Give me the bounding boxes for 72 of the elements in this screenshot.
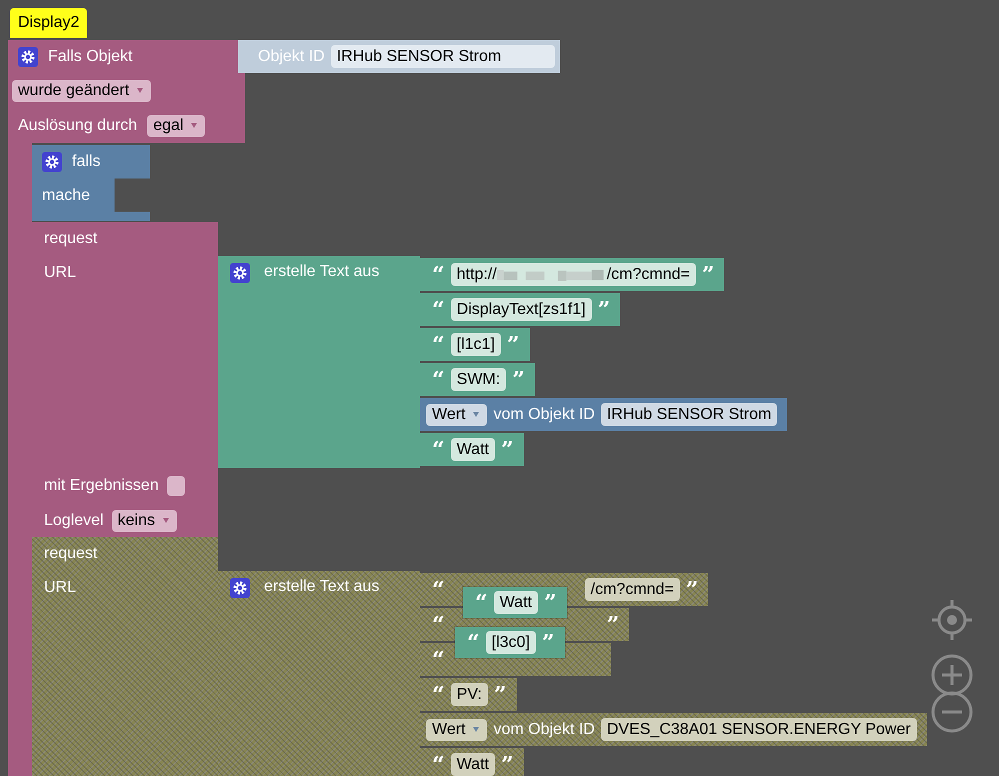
comment-label[interactable]: Display2 [10, 8, 88, 38]
quote-mark: “ [432, 264, 445, 286]
quote-mark: ” [544, 592, 557, 614]
caret-icon [137, 88, 144, 93]
quote-mark: “ [432, 614, 445, 636]
text-block[interactable]: “ Watt ” [463, 587, 567, 618]
quote-mark: ” [686, 578, 698, 600]
block-label: Objekt ID [258, 48, 325, 66]
block-label: URL [44, 264, 76, 281]
text-field[interactable]: [l1c1] [450, 333, 501, 356]
caret-icon [473, 727, 480, 732]
block-label: mache [42, 187, 90, 205]
field-text: PV: [456, 686, 482, 704]
quote-mark: “ [467, 632, 480, 654]
object-id-field[interactable]: IRHub SENSOR Strom [600, 403, 778, 426]
gear-icon[interactable] [230, 578, 250, 598]
block-label: request [44, 545, 98, 563]
object-id-field[interactable]: IRHub SENSOR Strom [330, 45, 555, 68]
text-field[interactable]: Watt [494, 591, 538, 614]
block-label: vom Objekt ID [493, 406, 595, 424]
text-field[interactable]: Watt [450, 438, 495, 461]
value-dropdown[interactable]: Wert [426, 404, 488, 426]
field-text: /cm?cmnd= [606, 266, 690, 284]
quote-mark: ” [506, 334, 520, 356]
quote-mark: “ [432, 298, 445, 320]
field-text: [l1c1] [456, 336, 495, 354]
quote-mark: “ [432, 334, 445, 356]
gear-icon[interactable] [230, 263, 250, 283]
caret-icon [191, 123, 198, 128]
block-label: Falls Objekt [48, 48, 132, 66]
block-label: URL [44, 579, 76, 596]
text-block[interactable]: “ [l3c0] ” [455, 627, 565, 658]
quote-mark: “ [432, 578, 445, 600]
quote-mark: ” [512, 368, 525, 390]
gear-icon[interactable] [42, 152, 62, 172]
text-field[interactable]: DisplayText[zs1f1] [450, 298, 592, 321]
quote-mark: “ [432, 648, 445, 670]
block-label: erstelle Text aus [264, 263, 380, 281]
text-field[interactable]: http:// /cm?cmnd= [450, 263, 696, 286]
trigger-dropdown[interactable]: egal [147, 114, 206, 136]
caret-icon [162, 518, 169, 523]
caret-icon [473, 412, 480, 417]
quote-mark: ” [598, 298, 610, 320]
quote-mark: ” [494, 684, 507, 706]
quote-mark: “ [432, 684, 445, 706]
quote-mark: ” [500, 754, 514, 776]
quote-mark: ” [702, 264, 714, 286]
field-text: /cm?cmnd= [590, 580, 674, 598]
event-dropdown[interactable]: wurde geändert [12, 80, 152, 102]
block-label: vom Objekt ID [493, 720, 595, 738]
quote-mark: “ [432, 368, 445, 390]
quote-mark: ” [542, 632, 555, 654]
quote-mark: “ [432, 754, 445, 776]
text-field[interactable]: SWM: [450, 368, 506, 391]
field-text: http:// [456, 266, 497, 284]
block-label: Auslösung durch [18, 116, 138, 134]
quote-mark: “ [432, 438, 445, 460]
field-text: Watt [456, 440, 489, 458]
field-text: DisplayText[zs1f1] [456, 300, 586, 318]
quote-mark: “ [475, 592, 488, 614]
block-label: mit Ergebnissen [44, 476, 159, 494]
quote-mark: ” [606, 614, 620, 636]
gear-icon[interactable] [18, 46, 38, 66]
field-text: SWM: [456, 370, 500, 388]
block-label: request [44, 230, 98, 248]
field-text: Watt [456, 756, 489, 774]
text-field[interactable]: [l3c0] [486, 631, 536, 654]
block-label: falls [72, 153, 100, 171]
block-label: Loglevel [44, 512, 104, 530]
block-label: erstelle Text aus [264, 578, 380, 596]
quote-mark: ” [500, 438, 514, 460]
loglevel-dropdown[interactable]: keins [112, 510, 177, 532]
